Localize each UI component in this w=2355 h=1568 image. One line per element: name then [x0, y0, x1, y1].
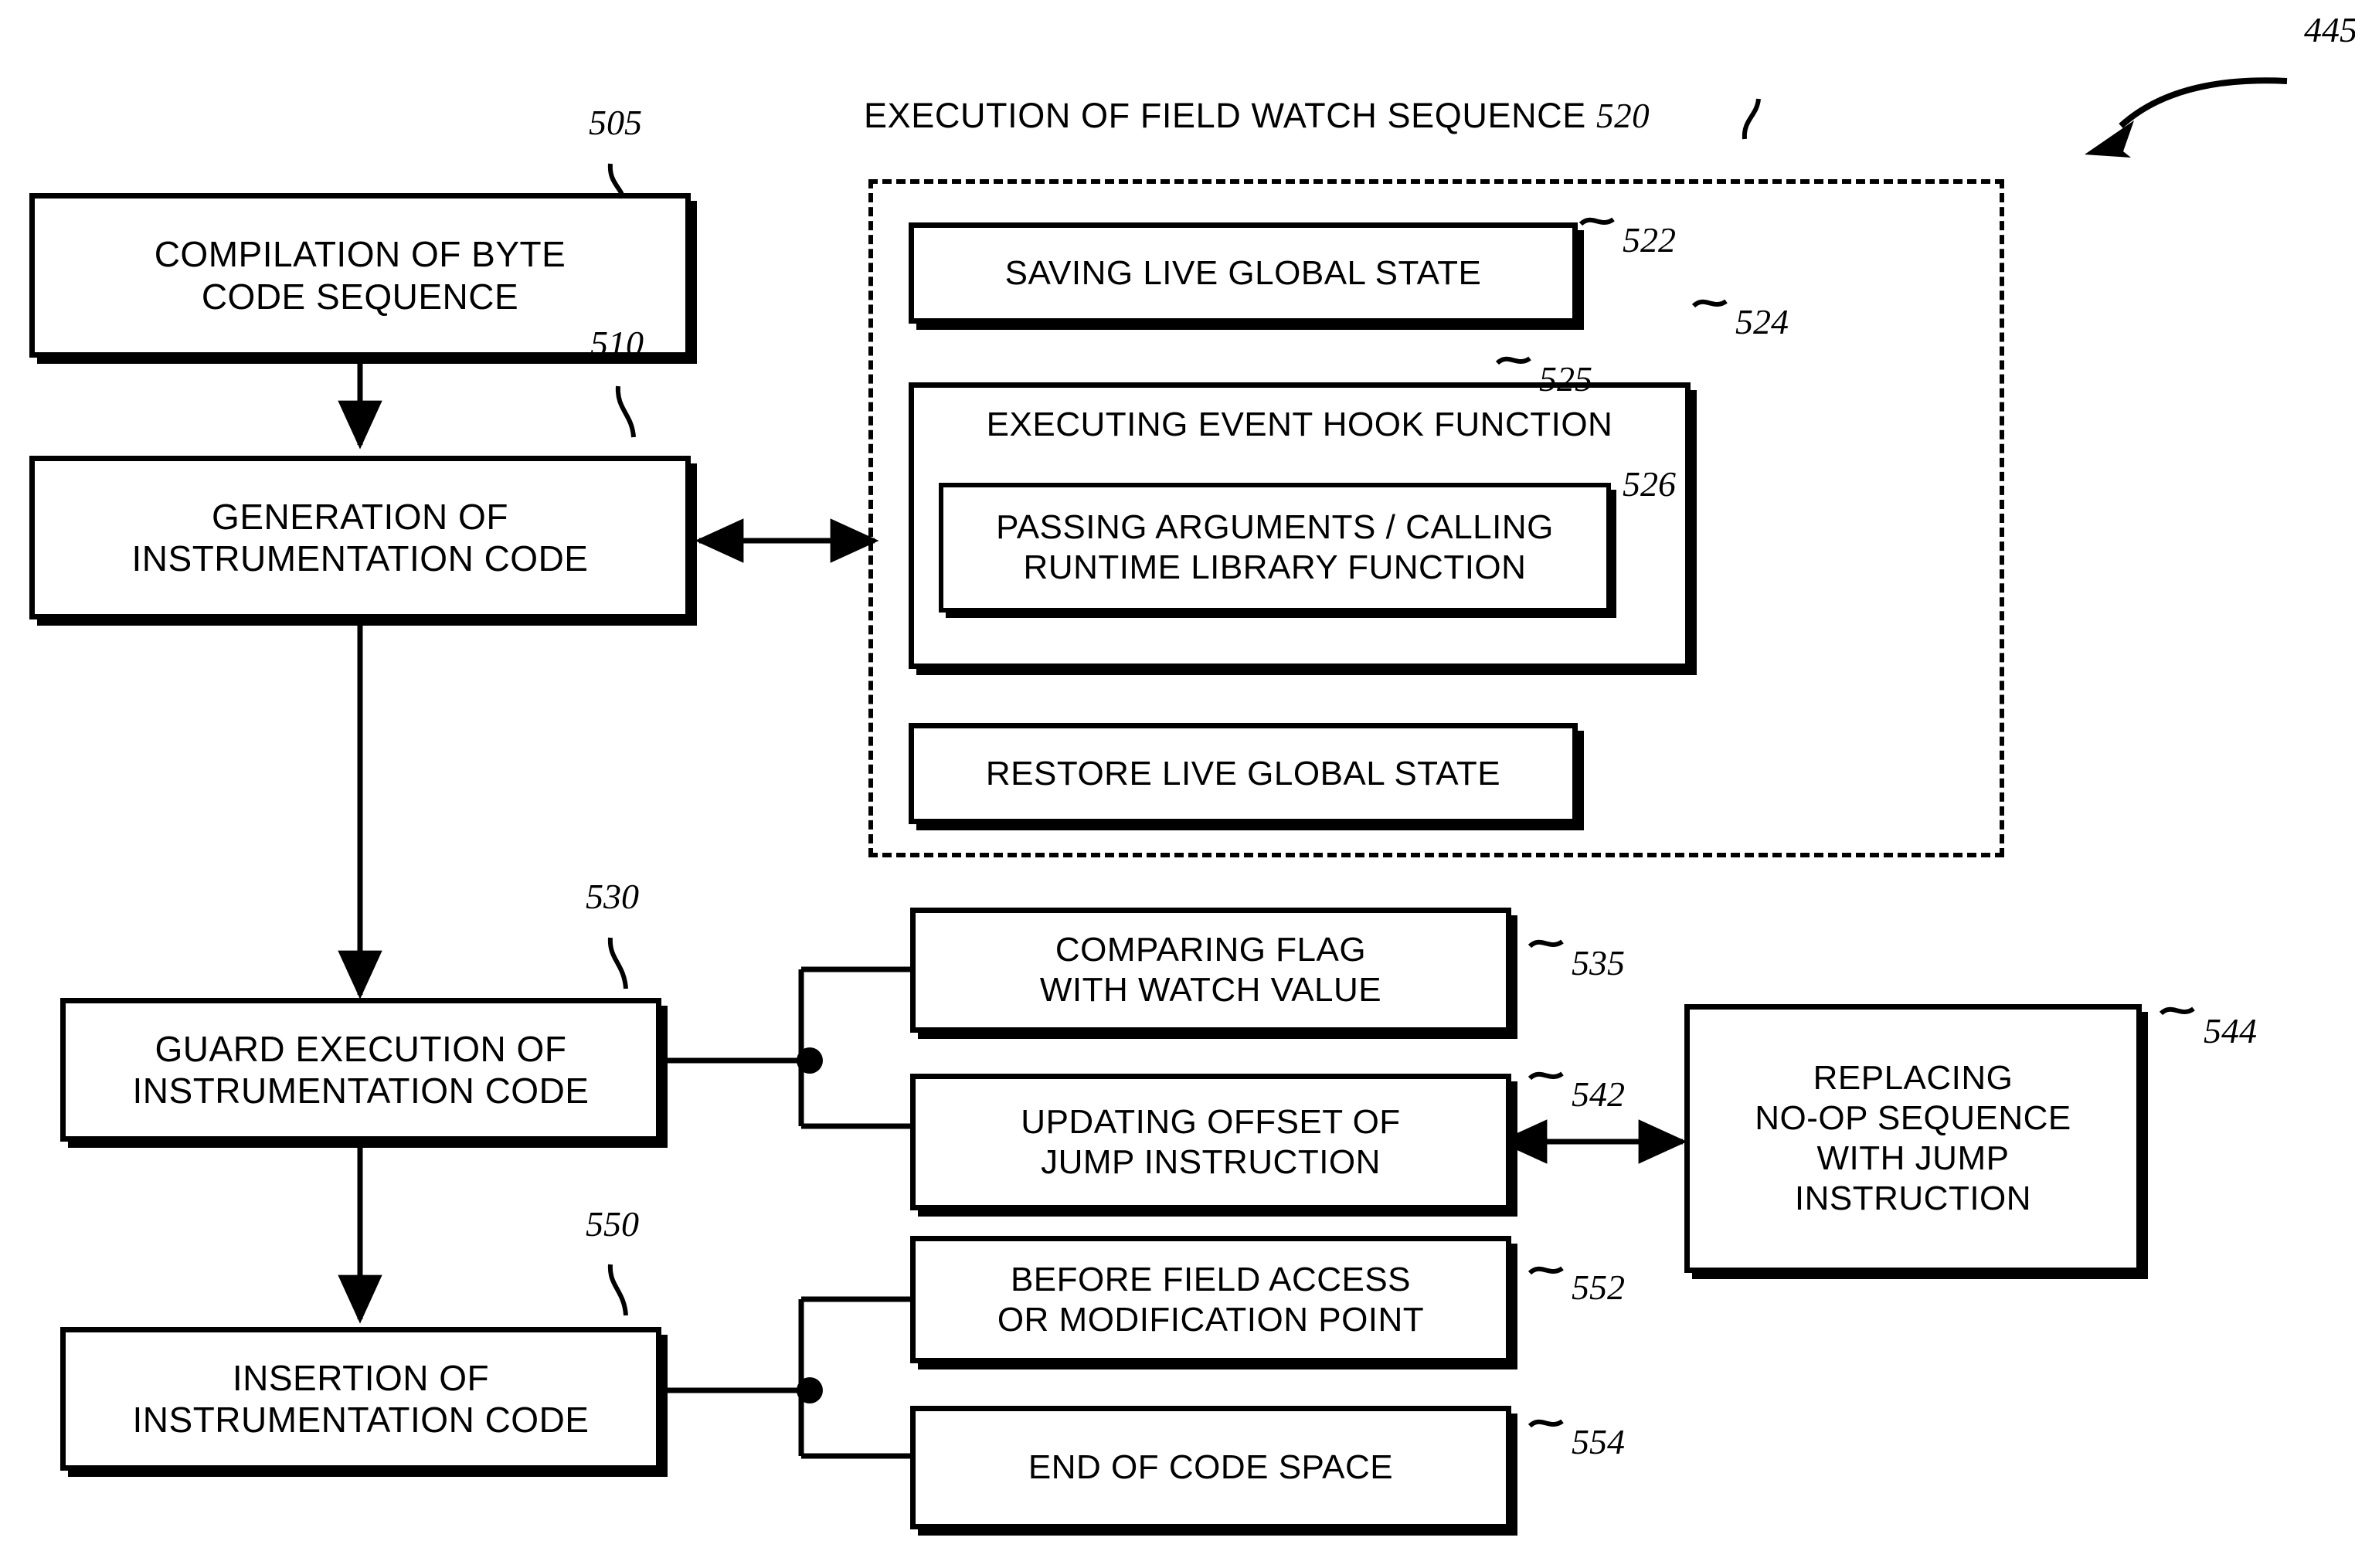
branch-550-to-552-554: [661, 1296, 916, 1459]
ref-522: 522: [1623, 220, 1676, 260]
box-554-end-of-code-space[interactable]: END OF CODE SPACE: [910, 1406, 1511, 1529]
box-524-executing-event-hook-function[interactable]: EXECUTING EVENT HOOK FUNCTION PASSING AR…: [909, 382, 1691, 669]
ref-505: 505: [589, 103, 642, 142]
box-544-replacing-no-op-sequence-with-jump-instruction[interactable]: REPLACING NO-OP SEQUENCE WITH JUMP INSTR…: [1684, 1004, 2142, 1273]
ref-554: 554: [1572, 1422, 1625, 1461]
group-520-title: EXECUTION OF FIELD WATCH SEQUENCE 520: [864, 96, 1650, 136]
box-505-label: COMPILATION OF BYTE CODE SEQUENCE: [154, 234, 566, 317]
box-526-label: RESTORE LIVE GLOBAL STATE: [985, 754, 1501, 792]
box-526-restore-live-global-state[interactable]: RESTORE LIVE GLOBAL STATE: [909, 723, 1578, 824]
leader-542: [1528, 1071, 1564, 1081]
ref-550: 550: [586, 1204, 639, 1244]
ref-526: 526: [1623, 464, 1676, 504]
box-542-label: UPDATING OFFSET OF JUMP INSTRUCTION: [1021, 1102, 1401, 1181]
leader-530: [607, 937, 628, 989]
ref-552: 552: [1572, 1268, 1625, 1307]
ref-445: 445: [2304, 10, 2355, 49]
group-520-title-text: EXECUTION OF FIELD WATCH SEQUENCE: [864, 96, 1596, 135]
leader-550: [607, 1264, 628, 1316]
ref-535: 535: [1572, 943, 1625, 983]
ref-530: 530: [586, 877, 639, 916]
box-510-label: GENERATION OF INSTRUMENTATION CODE: [131, 496, 589, 579]
box-530-guard-execution-of-instrumentation-code[interactable]: GUARD EXECUTION OF INSTRUMENTATION CODE: [60, 998, 661, 1142]
box-535-comparing-flag-with-watch-value[interactable]: COMPARING FLAG WITH WATCH VALUE: [910, 908, 1511, 1033]
box-535-label: COMPARING FLAG WITH WATCH VALUE: [1039, 931, 1382, 1009]
leader-554: [1528, 1419, 1564, 1428]
box-510-generation-of-instrumentation-code[interactable]: GENERATION OF INSTRUMENTATION CODE: [29, 456, 691, 619]
ref-524: 524: [1735, 302, 1789, 341]
leader-520: [1742, 98, 1761, 140]
box-522-saving-live-global-state[interactable]: SAVING LIVE GLOBAL STATE: [909, 222, 1578, 324]
leader-552: [1528, 1266, 1564, 1275]
box-530-label: GUARD EXECUTION OF INSTRUMENTATION CODE: [132, 1028, 590, 1111]
box-552-label: BEFORE FIELD ACCESS OR MODIFICATION POIN…: [997, 1260, 1425, 1339]
box-525-passing-arguments-calling-runtime-library-function[interactable]: PASSING ARGUMENTS / CALLING RUNTIME LIBR…: [939, 483, 1611, 613]
box-550-label: INSERTION OF INSTRUMENTATION CODE: [132, 1357, 590, 1440]
ref-544: 544: [2204, 1011, 2257, 1050]
patent-figure: EXECUTION OF FIELD WATCH SEQUENCE 520 CO…: [0, 0, 2355, 1568]
box-544-label: REPLACING NO-OP SEQUENCE WITH JUMP INSTR…: [1755, 1059, 2071, 1217]
ref-542: 542: [1572, 1074, 1625, 1114]
ref-525: 525: [1539, 359, 1592, 399]
ref-510: 510: [590, 324, 644, 363]
box-554-label: END OF CODE SPACE: [1028, 1448, 1394, 1487]
branch-530-to-535-542: [661, 966, 916, 1129]
box-550-insertion-of-instrumentation-code[interactable]: INSERTION OF INSTRUMENTATION CODE: [60, 1327, 661, 1471]
box-524-label: EXECUTING EVENT HOOK FUNCTION: [986, 406, 1613, 443]
leader-535: [1528, 939, 1564, 949]
leader-510: [615, 385, 636, 438]
leader-544: [2159, 1006, 2195, 1016]
box-552-before-field-access-or-modification-point[interactable]: BEFORE FIELD ACCESS OR MODIFICATION POIN…: [910, 1236, 1511, 1363]
figure-ref-arrow-445: [2085, 77, 2288, 158]
box-542-updating-offset-of-jump-instruction[interactable]: UPDATING OFFSET OF JUMP INSTRUCTION: [910, 1074, 1511, 1210]
group-520-title-ref: 520: [1595, 97, 1650, 135]
box-522-label: SAVING LIVE GLOBAL STATE: [1004, 253, 1482, 292]
box-525-label: PASSING ARGUMENTS / CALLING RUNTIME LIBR…: [996, 508, 1554, 586]
